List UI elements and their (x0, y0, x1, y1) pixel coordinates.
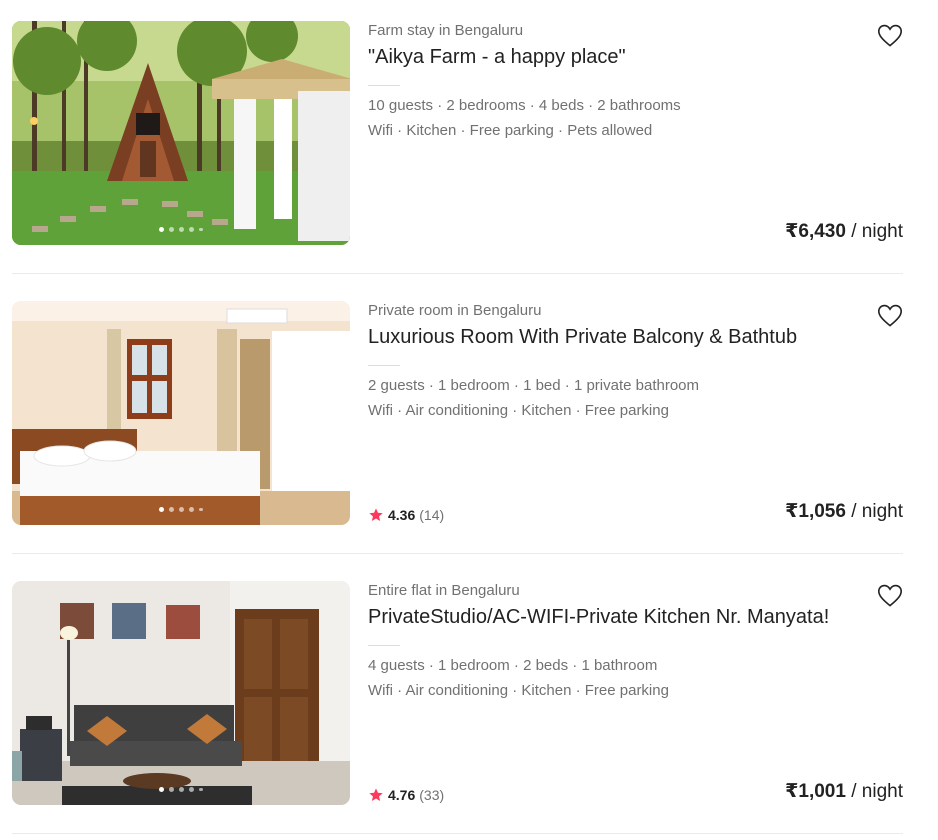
listing-amenities: Wifi · Air conditioning · Kitchen · Free… (368, 682, 669, 699)
listing-divider (12, 833, 903, 834)
carousel-dot[interactable] (179, 787, 185, 792)
carousel-dot[interactable] (199, 227, 203, 232)
carousel-dot[interactable] (169, 227, 175, 232)
price-amount: ₹6,430 (785, 221, 846, 242)
carousel-dot[interactable] (159, 227, 165, 232)
listing-photo-studio[interactable] (12, 581, 350, 805)
rating-score: 4.36 (388, 507, 416, 523)
price-amount: ₹1,001 (785, 781, 846, 802)
carousel-dot[interactable] (169, 507, 175, 512)
listing-title[interactable]: "Aikya Farm - a happy place" (368, 46, 626, 69)
listing-rating: 4.76 (33) (368, 787, 444, 803)
heart-outline-icon (877, 304, 903, 327)
photo-carousel-dots[interactable] (12, 787, 350, 792)
review-count: (14) (419, 507, 445, 523)
short-separator (368, 365, 400, 366)
listing-details: 4 guests · 1 bedroom · 2 beds · 1 bathro… (368, 657, 658, 674)
listing-card[interactable]: Entire flat in Bengaluru PrivateStudio/A… (0, 560, 938, 840)
wishlist-button[interactable] (875, 582, 905, 610)
studio-image (12, 581, 350, 805)
listing-title[interactable]: PrivateStudio/AC-WIFI-Private Kitchen Nr… (368, 606, 829, 629)
listing-type: Entire flat in Bengaluru (368, 582, 520, 599)
listing-title[interactable]: Luxurious Room With Private Balcony & Ba… (368, 326, 797, 349)
rating-score: 4.76 (388, 787, 416, 803)
carousel-dot[interactable] (189, 787, 195, 792)
listing-details: 10 guests · 2 bedrooms · 4 beds · 2 bath… (368, 97, 681, 114)
carousel-dot[interactable] (169, 787, 175, 792)
review-count: (33) (419, 787, 445, 803)
carousel-dot[interactable] (189, 507, 195, 512)
listing-divider (12, 273, 903, 274)
listing-price: ₹1,056 / night (785, 500, 903, 523)
bedroom-image (12, 301, 350, 525)
price-amount: ₹1,056 (785, 501, 846, 522)
short-separator (368, 85, 400, 86)
price-unit: / night (845, 781, 903, 802)
carousel-dot[interactable] (189, 227, 195, 232)
wishlist-button[interactable] (875, 302, 905, 330)
listing-rating: 4.36 (14) (368, 507, 444, 523)
price-unit: / night (845, 501, 903, 522)
listing-details: 2 guests · 1 bedroom · 1 bed · 1 private… (368, 377, 700, 394)
listing-card[interactable]: Farm stay in Bengaluru "Aikya Farm - a h… (0, 0, 938, 280)
listing-amenities: Wifi · Kitchen · Free parking · Pets all… (368, 122, 653, 139)
listing-divider (12, 553, 903, 554)
listing-photo-room[interactable] (12, 301, 350, 525)
heart-outline-icon (877, 24, 903, 47)
carousel-dot[interactable] (159, 787, 165, 792)
listing-price: ₹1,001 / night (785, 780, 903, 803)
price-unit: / night (845, 221, 903, 242)
heart-outline-icon (877, 584, 903, 607)
star-icon (369, 508, 383, 521)
photo-carousel-dots[interactable] (12, 227, 350, 232)
listing-card[interactable]: Private room in Bengaluru Luxurious Room… (0, 280, 938, 560)
listing-amenities: Wifi · Air conditioning · Kitchen · Free… (368, 402, 669, 419)
listing-photo-farm[interactable] (12, 21, 350, 245)
carousel-dot[interactable] (199, 507, 203, 512)
star-icon (369, 788, 383, 801)
carousel-dot[interactable] (159, 507, 165, 512)
listing-type: Private room in Bengaluru (368, 302, 542, 319)
short-separator (368, 645, 400, 646)
listing-price: ₹6,430 / night (785, 220, 903, 243)
photo-carousel-dots[interactable] (12, 507, 350, 512)
farm-cabin-image (12, 21, 350, 245)
wishlist-button[interactable] (875, 22, 905, 50)
carousel-dot[interactable] (199, 787, 203, 792)
carousel-dot[interactable] (179, 227, 185, 232)
listing-type: Farm stay in Bengaluru (368, 22, 524, 39)
carousel-dot[interactable] (179, 507, 185, 512)
